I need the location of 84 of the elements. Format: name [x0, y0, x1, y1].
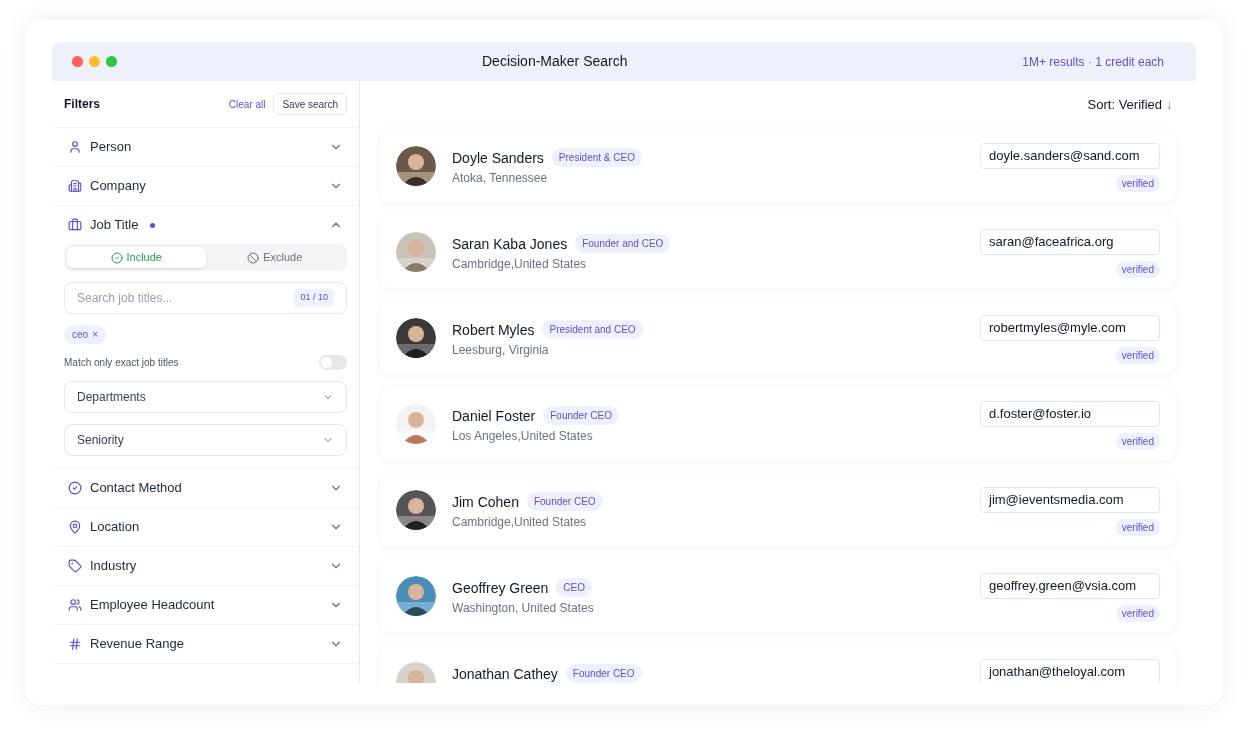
counter: 01 / 10 [294, 289, 334, 307]
person-location: Los Angeles,United States [452, 428, 594, 445]
verified-tag: verified [1115, 433, 1160, 450]
person-location: Leesburg, Virginia [452, 342, 550, 359]
person-card[interactable]: Jonathan Cathey Founder CEO jonathan@theloyal.com [380, 645, 1176, 683]
exact-match-label: Match only exact job titles [64, 356, 179, 370]
person-name: Daniel Foster [452, 406, 536, 425]
save-search-button[interactable]: Save search [273, 93, 347, 115]
chip-remove[interactable]: × [92, 327, 98, 342]
person-name: Jonathan Cathey [452, 664, 558, 683]
email-field[interactable]: robertmyles@myle.com [980, 315, 1160, 341]
person-location: Washington, United States [452, 600, 594, 617]
ban-icon [247, 251, 260, 264]
people-icon [68, 598, 82, 612]
person-name: Doyle Sanders [452, 148, 544, 167]
filter-section-header[interactable]: Person [52, 128, 359, 166]
filter-section-header[interactable]: Company [52, 167, 359, 205]
filter-section-header[interactable]: Revenue Range [52, 625, 359, 663]
filter-label: Company [90, 177, 146, 196]
person-card[interactable]: Saran Kaba Jones Founder and CEO Cambridge,United States saran@faceafrica.org verified [380, 215, 1176, 289]
email-field[interactable]: geoffrey.green@vsia.com [980, 573, 1160, 599]
tag-icon [68, 559, 82, 573]
filter-section-header[interactable]: Contact Method [52, 469, 359, 507]
filter-section-header[interactable]: Location [52, 508, 359, 546]
person-card[interactable]: Robert Myles President and CEO Leesburg, Virginia robertmyles@myle.com verified [380, 301, 1176, 375]
person-name: Saran Kaba Jones [452, 234, 568, 253]
person-card[interactable]: Daniel Foster Founder CEO Los Angeles,United States d.foster@foster.io verified [380, 387, 1176, 461]
filters-title: Filters [64, 96, 100, 113]
building-icon [68, 179, 82, 193]
chip-label: ceo [72, 328, 89, 342]
email-field[interactable]: saran@faceafrica.org [980, 229, 1160, 255]
job-title-tag: Founder CEO [543, 406, 619, 425]
job-title-tag: Founder CEO [565, 664, 642, 683]
filter-label: Job Title [90, 216, 139, 235]
person-location: Cambridge,United States [452, 514, 588, 531]
person-location: Atoka, Tennessee [452, 170, 549, 187]
map-pin-icon [68, 520, 82, 534]
check-circle-icon [110, 251, 123, 264]
email-field[interactable]: jim@ieventsmedia.com [980, 487, 1160, 513]
person-card[interactable]: Jim Cohen Founder CEO Cambridge,United States jim@ieventsmedia.com verified [380, 473, 1176, 547]
job-title-tag: Founder and CEO [575, 234, 671, 253]
clear-all-link[interactable]: Clear all [228, 96, 266, 112]
email-field[interactable]: d.foster@foster.io [980, 401, 1160, 427]
sort-arrow[interactable]: ↓ [1166, 96, 1172, 114]
briefcase-icon [68, 218, 82, 232]
filter-section-header[interactable]: Job Title [52, 206, 359, 244]
email-field[interactable]: jonathan@theloyal.com [980, 659, 1160, 683]
email-field[interactable]: doyle.sanders@sand.com [980, 143, 1160, 169]
verified-tag: verified [1115, 519, 1160, 536]
person-card[interactable]: Geoffrey Green CEO Washington, United States geoffrey.green@vsia.com verified [380, 559, 1176, 633]
job-title-tag: President & CEO [551, 148, 642, 167]
person-name: Jim Cohen [452, 492, 519, 511]
filter-section-header[interactable]: Industry [52, 547, 359, 585]
filter-section-header[interactable]: Employee Headcount [52, 586, 359, 624]
person-location: Cambridge,United States [452, 256, 588, 273]
verified-tag: verified [1115, 605, 1160, 622]
sort-label[interactable]: Sort: Verified [1087, 95, 1162, 115]
person-card[interactable]: Doyle Sanders President & CEO Atoka, Tennessee doyle.sanders@sand.com verified [380, 129, 1176, 203]
verified-tag: verified [1115, 261, 1160, 278]
check-circle-icon [68, 481, 82, 495]
job-title-tag: CEO [556, 578, 592, 597]
mode-tab[interactable]: Exclude [205, 247, 344, 268]
filter-label: Industry [90, 557, 137, 576]
verified-tag: verified [1115, 175, 1160, 192]
filter-label: Location [90, 518, 140, 537]
person-name: Geoffrey Green [452, 578, 549, 597]
dropdown[interactable]: Departments [64, 381, 347, 413]
job-title-tag: President and CEO [542, 320, 643, 339]
results-info: 1M+ results · 1 credit each [1022, 53, 1164, 71]
hash-icon [68, 637, 82, 651]
person-icon [68, 140, 82, 154]
filter-label: Contact Method [90, 479, 182, 498]
dropdown[interactable]: Seniority [64, 424, 347, 456]
search-input[interactable]: Search job titles... [77, 289, 295, 307]
verified-tag: verified [1115, 347, 1160, 364]
person-name: Robert Myles [452, 320, 535, 339]
window-title: Decision-Maker Search [482, 52, 628, 71]
job-title-tag: Founder CEO [526, 492, 603, 511]
filter-label: Employee Headcount [90, 596, 215, 615]
toggle-switch[interactable] [319, 355, 347, 370]
filter-label: Revenue Range [90, 635, 184, 654]
mode-tab[interactable]: Include [67, 247, 206, 268]
search-field[interactable]: Search job titles... 01 / 10 [64, 282, 347, 314]
filter-label: Person [90, 138, 132, 157]
